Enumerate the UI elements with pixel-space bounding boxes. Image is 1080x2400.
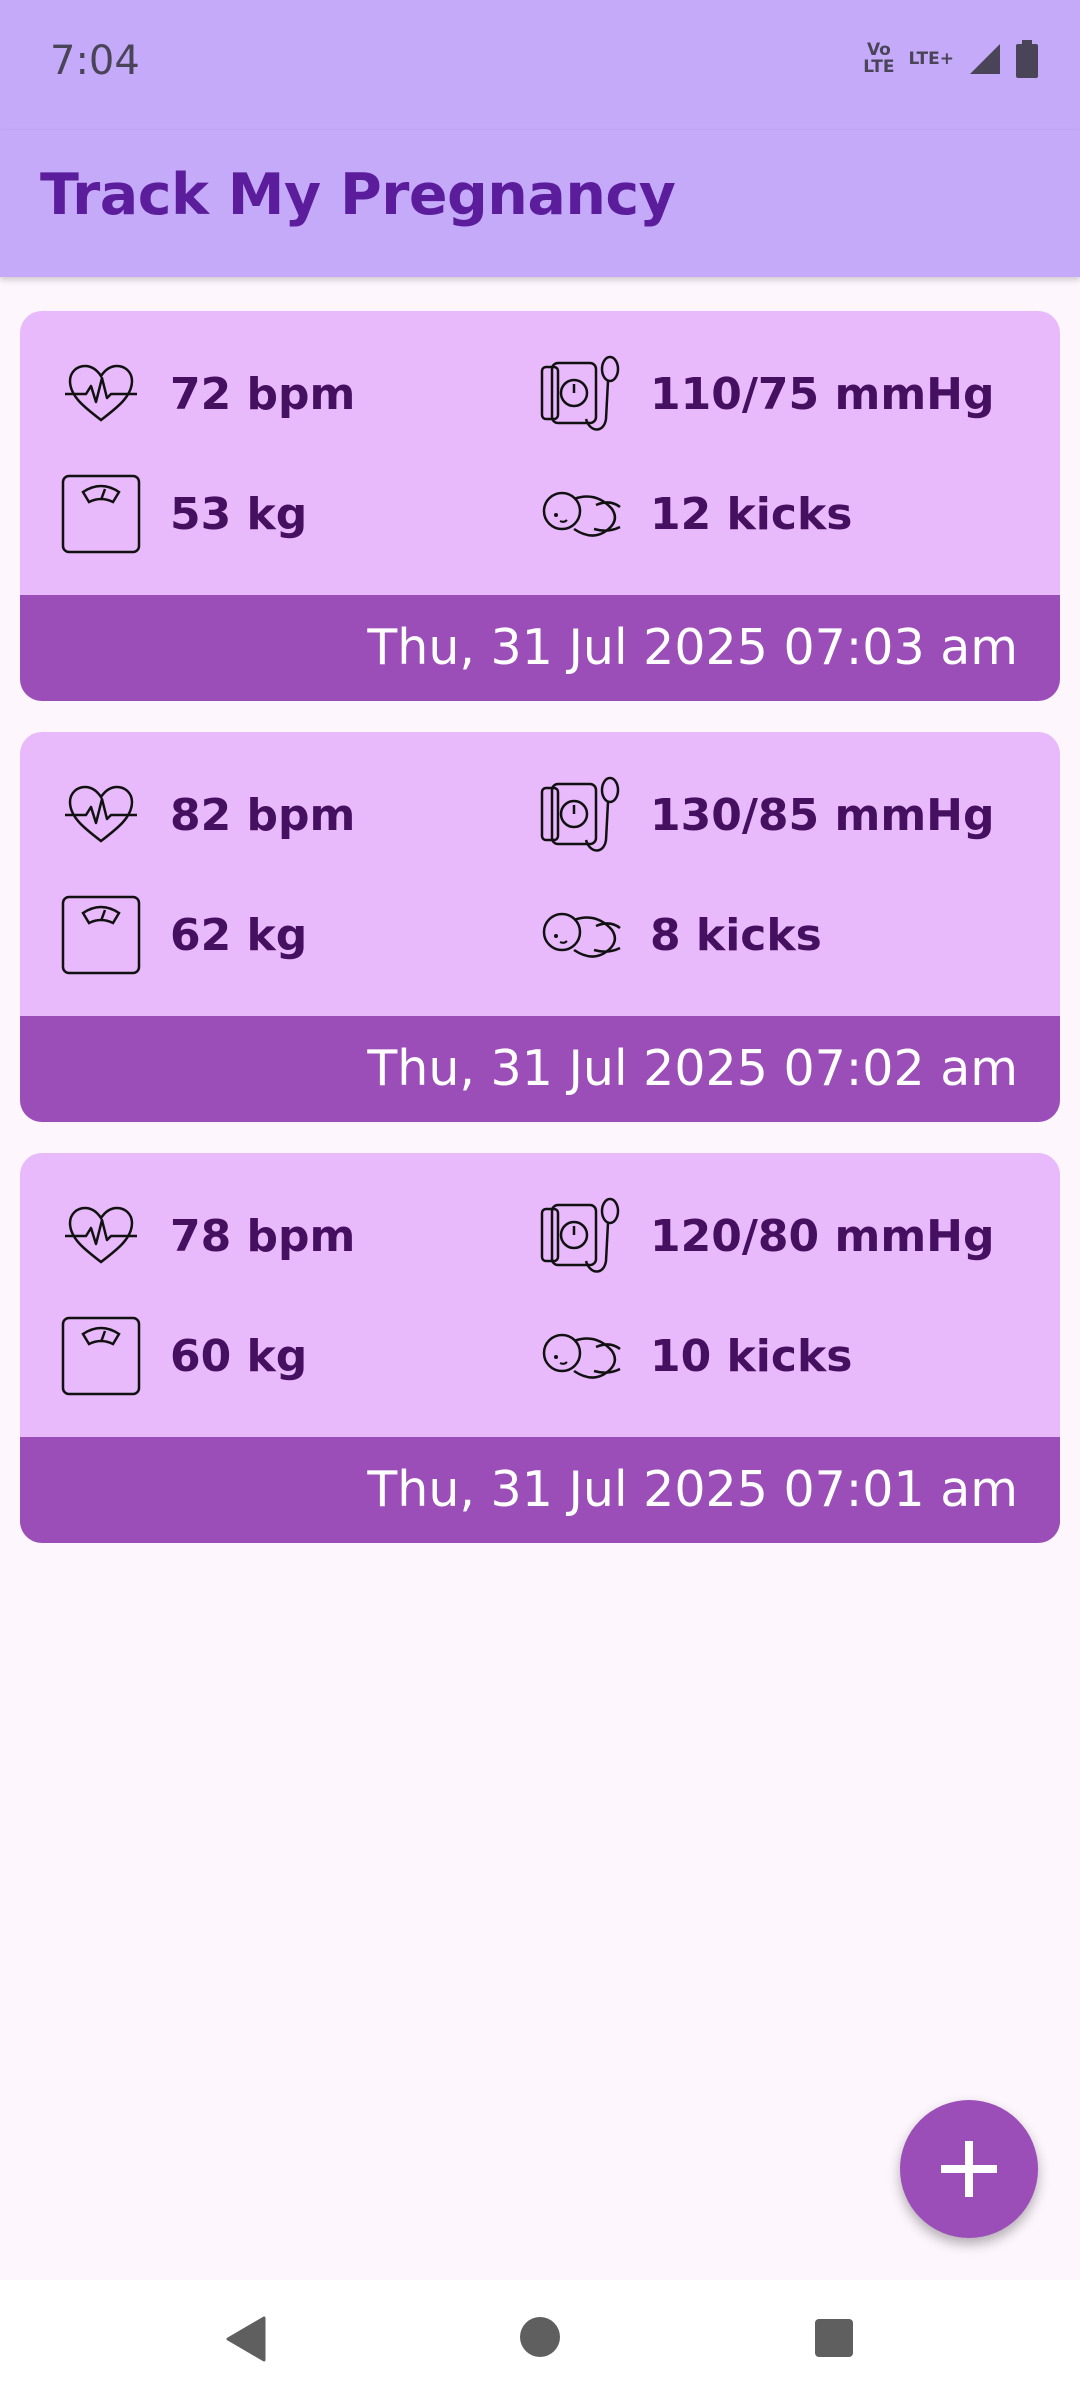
status-time: 7:04 [50,38,140,84]
kicks-value: 10 kicks [650,1330,853,1382]
kicks-value: 12 kicks [650,488,853,540]
page-title: Track My Pregnancy [40,162,676,228]
card-footer: Thu, 31 Jul 2025 07:03 am [20,595,1060,701]
baby-icon [540,1315,622,1397]
status-bar: 7:04 Vo LTE LTE+ [0,0,1080,130]
home-circle-icon[interactable] [519,2316,561,2358]
weight-value: 62 kg [170,909,308,961]
blood-pressure-metric: 120/80 mmHg [540,1195,994,1277]
blood-pressure-cuff-icon [540,353,622,435]
card-footer: Thu, 31 Jul 2025 07:02 am [20,1016,1060,1122]
heart-rate-value: 78 bpm [170,1210,356,1262]
weight-value: 60 kg [170,1330,308,1382]
weight-metric: 60 kg [60,1315,307,1397]
kicks-value: 8 kicks [650,909,822,961]
blood-pressure-cuff-icon [540,774,622,856]
recents-square-icon[interactable] [814,2318,854,2358]
baby-icon [540,473,622,555]
entry-date: Thu, 31 Jul 2025 07:02 am [367,1040,1018,1097]
add-entry-button[interactable] [900,2100,1038,2238]
kicks-metric: 10 kicks [540,1315,852,1397]
entry-date: Thu, 31 Jul 2025 07:01 am [367,1461,1018,1518]
entry-card[interactable]: 78 bpm 120/80 mmHg 60 kg 10 kicks Thu, 3… [20,1153,1060,1543]
status-icons: Vo LTE LTE+ [863,40,1038,78]
heart-pulse-icon [60,774,142,856]
blood-pressure-value: 110/75 mmHg [650,368,995,420]
heart-rate-metric: 78 bpm [60,1195,355,1277]
blood-pressure-value: 120/80 mmHg [650,1210,995,1262]
entry-card[interactable]: 72 bpm 110/75 mmHg 53 kg 12 kicks Thu, 3… [20,311,1060,701]
weight-scale-icon [60,1315,142,1397]
signal-icon [970,44,1000,74]
weight-scale-icon [60,894,142,976]
heart-rate-value: 72 bpm [170,368,356,420]
app-bar: Track My Pregnancy [0,130,1080,277]
heart-rate-metric: 82 bpm [60,774,355,856]
weight-metric: 53 kg [60,473,307,555]
heart-rate-value: 82 bpm [170,789,356,841]
back-triangle-icon[interactable] [224,2316,268,2362]
blood-pressure-value: 130/85 mmHg [650,789,995,841]
weight-value: 53 kg [170,488,308,540]
plus-icon [941,2141,997,2197]
weight-scale-icon [60,473,142,555]
kicks-metric: 12 kicks [540,473,852,555]
heart-pulse-icon [60,353,142,435]
blood-pressure-metric: 130/85 mmHg [540,774,994,856]
entry-date: Thu, 31 Jul 2025 07:03 am [367,619,1018,676]
battery-icon [1016,40,1038,78]
heart-pulse-icon [60,1195,142,1277]
weight-metric: 62 kg [60,894,307,976]
baby-icon [540,894,622,976]
blood-pressure-metric: 110/75 mmHg [540,353,994,435]
heart-rate-metric: 72 bpm [60,353,355,435]
entry-card[interactable]: 82 bpm 130/85 mmHg 62 kg 8 kicks Thu, 31… [20,732,1060,1122]
system-nav-bar [0,2280,1080,2400]
card-footer: Thu, 31 Jul 2025 07:01 am [20,1437,1060,1543]
lte-plus-icon: LTE+ [908,48,954,69]
blood-pressure-cuff-icon [540,1195,622,1277]
kicks-metric: 8 kicks [540,894,822,976]
volte-icon: Vo LTE [863,40,895,77]
